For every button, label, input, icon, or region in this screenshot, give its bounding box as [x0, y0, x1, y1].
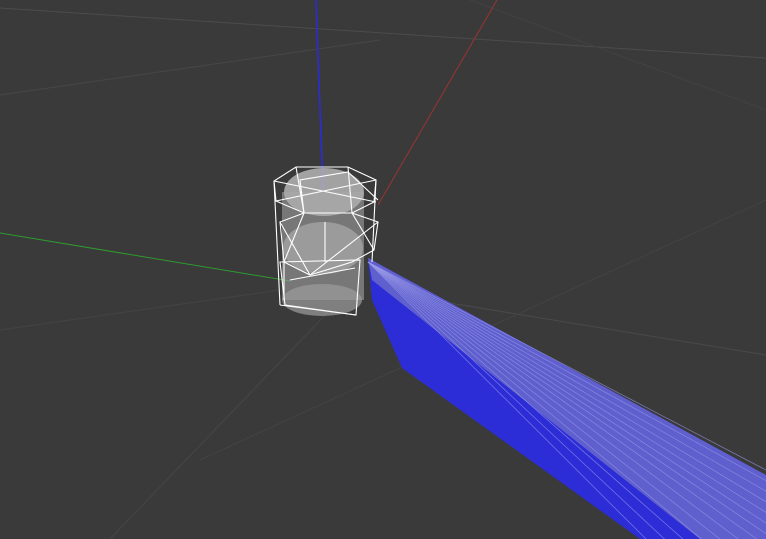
beam-ray	[367, 261, 766, 534]
grid-line	[0, 289, 281, 331]
beam-ray	[367, 261, 721, 539]
y-axis	[0, 232, 291, 282]
grid-line	[109, 309, 331, 539]
3d-viewport[interactable]	[0, 0, 766, 539]
grid-line	[0, 7, 766, 59]
beam-ray	[367, 261, 684, 539]
beam-ray	[367, 261, 702, 539]
cylinder-bottom	[282, 284, 362, 316]
beam-light-region	[368, 258, 766, 539]
scene-canvas[interactable]	[0, 0, 766, 539]
sensor-beam	[367, 258, 766, 539]
grid-line	[0, 39, 381, 96]
axes	[0, 0, 498, 282]
wire-edge	[273, 180, 281, 306]
x-axis	[377, 0, 498, 206]
beam-ray	[367, 261, 757, 539]
beam-ray	[367, 261, 739, 539]
